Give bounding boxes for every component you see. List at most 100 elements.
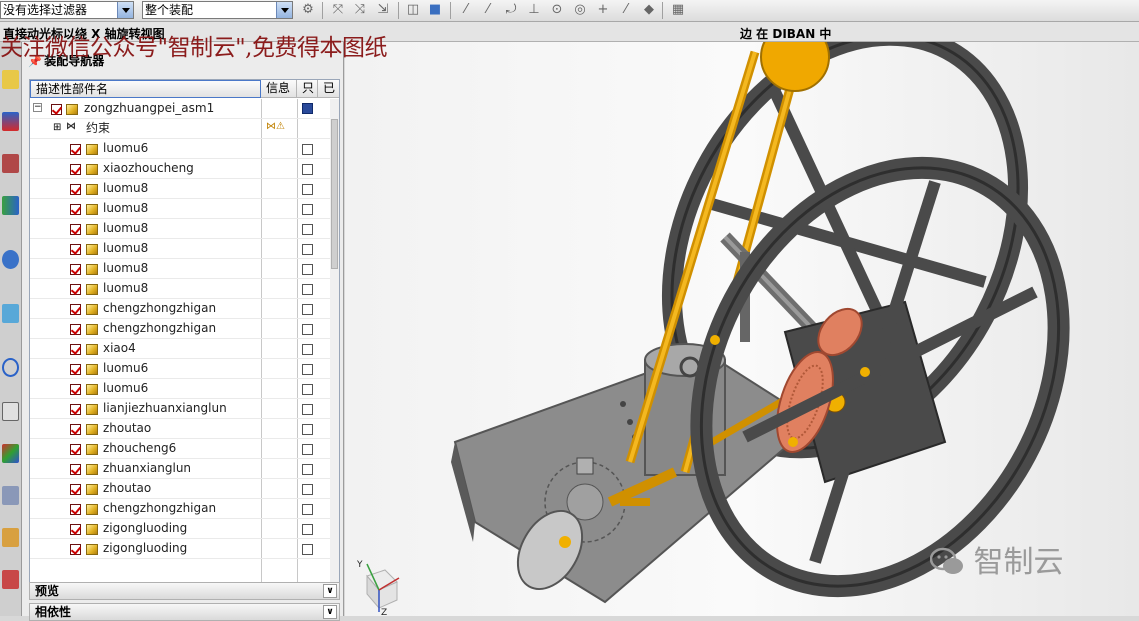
system-tab-icon[interactable] bbox=[2, 570, 19, 589]
checkbox-checked-icon[interactable] bbox=[70, 224, 81, 235]
checkbox-checked-icon[interactable] bbox=[70, 364, 81, 375]
checkbox-checked-icon[interactable] bbox=[70, 164, 81, 175]
checkbox-checked-icon[interactable] bbox=[70, 264, 81, 275]
select-face-icon[interactable]: ⤧ bbox=[330, 2, 346, 18]
tree-row-part[interactable]: luomu8 bbox=[30, 199, 330, 219]
checkbox-checked-icon[interactable] bbox=[70, 344, 81, 355]
checkbox-checked-icon[interactable] bbox=[51, 104, 62, 115]
chevron-down-icon[interactable]: ∨ bbox=[323, 605, 337, 619]
arc-snap-icon[interactable]: ⤾ bbox=[503, 2, 519, 18]
checkbox-checked-icon[interactable] bbox=[70, 484, 81, 495]
tree-row-part[interactable]: luomu6 bbox=[30, 139, 330, 159]
scrollbar-thumb[interactable] bbox=[331, 119, 338, 269]
checkbox-checked-icon[interactable] bbox=[70, 404, 81, 415]
history-tab-icon[interactable] bbox=[2, 304, 19, 323]
checkbox-checked-icon[interactable] bbox=[70, 184, 81, 195]
tree-row-part[interactable]: chengzhongzhigan bbox=[30, 319, 330, 339]
checkbox-checked-icon[interactable] bbox=[70, 384, 81, 395]
palette-tab-icon[interactable] bbox=[2, 444, 19, 463]
list-tab-icon[interactable] bbox=[2, 402, 19, 421]
clock-tab-icon[interactable] bbox=[2, 358, 19, 377]
view-triad[interactable]: Y Z bbox=[356, 560, 400, 618]
collapse-icon[interactable]: − bbox=[33, 103, 42, 112]
readonly-checkbox[interactable] bbox=[302, 544, 313, 555]
column-header-readonly[interactable]: 只 bbox=[297, 80, 318, 98]
constraint-navigator-tab-icon[interactable] bbox=[2, 112, 19, 131]
tree-row-part[interactable]: zhoutao bbox=[30, 479, 330, 499]
checkbox-checked-icon[interactable] bbox=[70, 304, 81, 315]
wireframe-icon[interactable]: ◫ bbox=[405, 2, 421, 18]
select-feature-icon[interactable]: ⇲ bbox=[375, 2, 391, 18]
curve-snap-icon[interactable]: ⁄ bbox=[618, 2, 634, 18]
checkbox-checked-icon[interactable] bbox=[70, 284, 81, 295]
tree-row-part[interactable]: luomu8 bbox=[30, 239, 330, 259]
tree-row-part[interactable]: xiaozhoucheng bbox=[30, 159, 330, 179]
tree-row-part[interactable]: luomu8 bbox=[30, 259, 330, 279]
readonly-checkbox[interactable] bbox=[302, 524, 313, 535]
tree-row-part[interactable]: xiao4 bbox=[30, 339, 330, 359]
intersection-snap-icon[interactable]: ⊥ bbox=[526, 2, 542, 18]
readonly-checkbox[interactable] bbox=[302, 184, 313, 195]
save-icon[interactable] bbox=[302, 103, 313, 114]
tree-row-part[interactable]: zigongluoding bbox=[30, 519, 330, 539]
quadrant-snap-icon[interactable]: ◎ bbox=[572, 2, 588, 18]
column-header-modified[interactable]: 已 bbox=[318, 80, 339, 98]
readonly-checkbox[interactable] bbox=[302, 424, 313, 435]
readonly-checkbox[interactable] bbox=[302, 304, 313, 315]
readonly-checkbox[interactable] bbox=[302, 224, 313, 235]
selection-filter-dropdown[interactable]: 没有选择过滤器 bbox=[0, 1, 134, 19]
readonly-checkbox[interactable] bbox=[302, 384, 313, 395]
checkbox-checked-icon[interactable] bbox=[70, 424, 81, 435]
checkbox-checked-icon[interactable] bbox=[70, 204, 81, 215]
grid-icon[interactable]: ▦ bbox=[670, 2, 686, 18]
chevron-down-icon[interactable] bbox=[117, 2, 133, 18]
roles-tab-icon[interactable] bbox=[2, 528, 19, 547]
tree-row-part[interactable]: zhoutao bbox=[30, 419, 330, 439]
checkbox-checked-icon[interactable] bbox=[70, 504, 81, 515]
process-studio-tab-icon[interactable] bbox=[2, 486, 19, 505]
preview-section[interactable]: 预览 ∨ bbox=[29, 582, 340, 600]
readonly-checkbox[interactable] bbox=[302, 164, 313, 175]
readonly-checkbox[interactable] bbox=[302, 144, 313, 155]
shaded-icon[interactable]: ■ bbox=[427, 2, 443, 18]
tree-row-part[interactable]: zhuanxianglun bbox=[30, 459, 330, 479]
expand-icon[interactable]: ⊞ bbox=[53, 122, 61, 133]
select-body-icon[interactable]: ⤨ bbox=[352, 2, 368, 18]
snap-icon[interactable]: ⚙ bbox=[300, 2, 316, 18]
tree-row-part[interactable]: luomu8 bbox=[30, 179, 330, 199]
tree-row-part[interactable]: zigongluoding bbox=[30, 539, 330, 559]
assembly-scope-dropdown[interactable]: 整个装配 bbox=[142, 1, 293, 19]
point-snap-icon[interactable]: + bbox=[595, 2, 611, 18]
tree-row-part[interactable]: zhoucheng6 bbox=[30, 439, 330, 459]
web-browser-tab-icon[interactable] bbox=[2, 250, 19, 269]
checkbox-checked-icon[interactable] bbox=[70, 544, 81, 555]
chevron-down-icon[interactable]: ∨ bbox=[323, 584, 337, 598]
checkbox-checked-icon[interactable] bbox=[70, 324, 81, 335]
vertical-scrollbar[interactable] bbox=[330, 99, 339, 591]
readonly-checkbox[interactable] bbox=[302, 284, 313, 295]
readonly-checkbox[interactable] bbox=[302, 324, 313, 335]
tree-row-part[interactable]: chengzhongzhigan bbox=[30, 299, 330, 319]
dependency-section[interactable]: 相依性 ∨ bbox=[29, 603, 340, 621]
tree-row-part[interactable]: luomu6 bbox=[30, 359, 330, 379]
readonly-checkbox[interactable] bbox=[302, 504, 313, 515]
tree-row-root[interactable]: − zongzhuangpei_asm1 bbox=[30, 99, 330, 119]
chevron-down-icon[interactable] bbox=[276, 2, 292, 18]
tree-row-constraints[interactable]: ⊞ ⋈ 约束 ⋈⚠ bbox=[30, 119, 330, 139]
checkbox-checked-icon[interactable] bbox=[70, 464, 81, 475]
checkbox-checked-icon[interactable] bbox=[70, 524, 81, 535]
tree-row-part[interactable]: lianjiezhuanxianglun bbox=[30, 399, 330, 419]
column-header-info[interactable]: 信息 bbox=[261, 80, 297, 98]
checkbox-checked-icon[interactable] bbox=[70, 444, 81, 455]
tree-row-part[interactable]: luomu8 bbox=[30, 279, 330, 299]
center-snap-icon[interactable]: ⊙ bbox=[549, 2, 565, 18]
checkbox-checked-icon[interactable] bbox=[70, 244, 81, 255]
readonly-checkbox[interactable] bbox=[302, 464, 313, 475]
readonly-checkbox[interactable] bbox=[302, 344, 313, 355]
part-navigator-tab-icon[interactable] bbox=[2, 154, 19, 173]
tree-row-part[interactable]: chengzhongzhigan bbox=[30, 499, 330, 519]
tree-row-part[interactable]: luomu6 bbox=[30, 379, 330, 399]
readonly-checkbox[interactable] bbox=[302, 404, 313, 415]
reuse-library-tab-icon[interactable] bbox=[2, 196, 19, 215]
readonly-checkbox[interactable] bbox=[302, 444, 313, 455]
